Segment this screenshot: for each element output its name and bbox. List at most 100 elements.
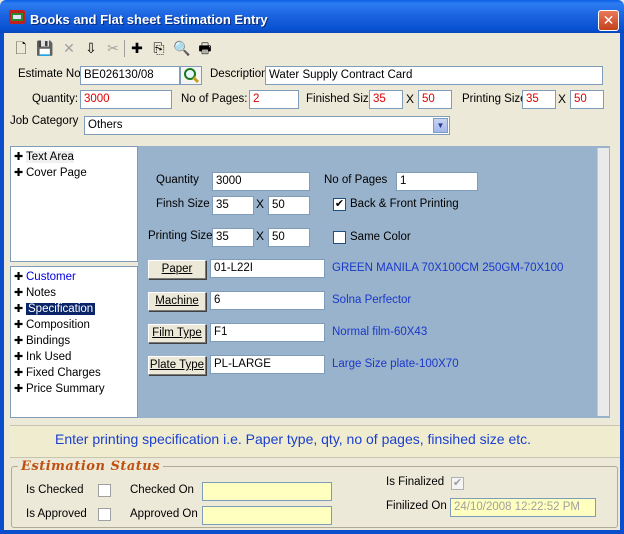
expand-icon[interactable]: ✚ — [14, 366, 26, 379]
delete-icon[interactable]: ✕ — [60, 39, 78, 57]
paper-button-label: Paper — [161, 263, 193, 275]
printing-size-label: Printing Size: — [462, 93, 530, 105]
close-button[interactable]: ✕ — [598, 10, 619, 31]
finished-width-field[interactable]: 35 — [369, 90, 403, 109]
new-document-icon[interactable]: 🗋 — [12, 39, 30, 57]
machine-description: Solna Perfector — [332, 294, 412, 306]
detail-finish-width-field[interactable]: 35 — [212, 196, 254, 215]
times-sign: X — [256, 229, 265, 243]
print-preview-icon[interactable]: 🔍 — [173, 39, 191, 57]
times-sign: X — [406, 92, 415, 106]
import-icon[interactable]: ⇩ — [82, 39, 100, 57]
plate-type-button[interactable]: Plate Type — [148, 356, 206, 375]
search-button[interactable] — [180, 66, 202, 85]
printing-height-field[interactable]: 50 — [570, 90, 604, 109]
pages-field[interactable]: 2 — [249, 90, 299, 109]
window-frame-right — [620, 33, 624, 534]
film-code-field[interactable]: F1 — [210, 323, 325, 342]
expand-icon[interactable]: ✚ — [14, 334, 26, 347]
approved-on-label: Approved On — [130, 508, 198, 520]
machine-button[interactable]: Machine — [148, 292, 206, 311]
app-icon — [9, 10, 25, 24]
description-label: Description — [210, 68, 268, 80]
expand-icon[interactable]: ✚ — [14, 382, 26, 395]
window-title: Books and Flat sheet Estimation Entry — [30, 12, 268, 27]
tree-item-notes[interactable]: ✚ Notes — [14, 286, 56, 299]
film-type-button-label: Film Type — [152, 327, 202, 339]
tree-item-label: Customer — [26, 271, 76, 283]
tree-item-price-summary[interactable]: ✚ Price Summary — [14, 382, 105, 395]
hint-text: Enter printing specification i.e. Paper … — [55, 431, 532, 447]
tree-item-label: Composition — [26, 319, 90, 331]
expand-icon[interactable]: ✚ — [14, 270, 26, 283]
machine-button-label: Machine — [155, 295, 199, 307]
job-category-select[interactable]: Others ▼ — [84, 116, 450, 135]
quantity-field[interactable]: 3000 — [80, 90, 172, 109]
tree-item-ink-used[interactable]: ✚ Ink Used — [14, 350, 71, 363]
paper-code-field[interactable]: 01-L22I — [210, 259, 325, 278]
expand-icon[interactable]: ✚ — [14, 302, 26, 315]
detail-printing-height-field[interactable]: 50 — [268, 228, 310, 247]
detail-finish-height-field[interactable]: 50 — [268, 196, 310, 215]
vertical-scrollbar[interactable] — [597, 148, 609, 416]
same-color-checkbox[interactable] — [333, 231, 346, 244]
cut-icon[interactable]: ✂ — [104, 39, 122, 57]
is-approved-label: Is Approved — [26, 508, 87, 520]
tree-item-label: Notes — [26, 287, 57, 299]
is-checked-checkbox[interactable] — [98, 484, 111, 497]
finished-height-field[interactable]: 50 — [418, 90, 452, 109]
tree-item-label: Price Summary — [26, 383, 105, 395]
expand-icon[interactable]: ✚ — [14, 318, 26, 331]
same-color-label: Same Color — [350, 231, 411, 243]
is-checked-label: Is Checked — [26, 484, 84, 496]
print-icon[interactable]: 🖶 — [196, 39, 214, 57]
expand-icon[interactable]: ✚ — [14, 166, 26, 179]
estimate-no-field[interactable]: BE026130/08 — [80, 66, 180, 85]
checked-on-field[interactable] — [202, 482, 332, 501]
is-finalized-label: Is Finalized — [386, 476, 445, 488]
copy-icon[interactable]: ⎘ — [150, 39, 168, 57]
tree-item-text-area[interactable]: ✚ Text Area — [14, 150, 74, 163]
tree-item-cover-page[interactable]: ✚ Cover Page — [14, 166, 87, 179]
detail-quantity-field[interactable]: 3000 — [212, 172, 310, 191]
detail-printing-width-field[interactable]: 35 — [212, 228, 254, 247]
detail-pages-field[interactable]: 1 — [396, 172, 478, 191]
times-sign: X — [256, 197, 265, 211]
plate-code-field[interactable]: PL-LARGE — [210, 355, 325, 374]
expand-icon[interactable]: ✚ — [14, 150, 26, 163]
tree-item-customer[interactable]: ✚ Customer — [14, 270, 76, 283]
approved-on-field[interactable] — [202, 506, 332, 525]
estimate-no-label: Estimate No: — [18, 68, 84, 80]
tree-item-label: Text Area — [26, 151, 74, 163]
machine-code-field[interactable]: 6 — [210, 291, 325, 310]
specification-panel — [138, 146, 610, 418]
add-icon[interactable]: ✚ — [128, 39, 146, 57]
detail-finish-size-label: Finsh Size — [156, 198, 210, 210]
tree-item-composition[interactable]: ✚ Composition — [14, 318, 90, 331]
quantity-label: Quantity: — [32, 93, 79, 105]
plate-description: Large Size plate-100X70 — [332, 358, 459, 370]
finalized-on-label: Finilized On — [386, 500, 447, 512]
paper-button[interactable]: Paper — [148, 260, 206, 279]
film-description: Normal film-60X43 — [332, 326, 428, 338]
search-icon — [184, 68, 200, 84]
film-type-button[interactable]: Film Type — [148, 324, 206, 343]
expand-icon[interactable]: ✚ — [14, 350, 26, 363]
checked-on-label: Checked On — [130, 484, 194, 496]
tree-item-fixed-charges[interactable]: ✚ Fixed Charges — [14, 366, 101, 379]
is-finalized-checkbox[interactable]: ✔ — [451, 477, 464, 490]
expand-icon[interactable]: ✚ — [14, 286, 26, 299]
tree-item-label: Specification — [26, 303, 96, 315]
printing-width-field[interactable]: 35 — [522, 90, 556, 109]
save-icon[interactable]: 💾 — [36, 39, 54, 57]
tree-item-bindings[interactable]: ✚ Bindings — [14, 334, 70, 347]
finalized-on-field[interactable]: 24/10/2008 12:22:52 PM — [450, 498, 596, 517]
tree-panel-top[interactable] — [10, 146, 138, 262]
description-field[interactable]: Water Supply Contract Card — [265, 66, 603, 85]
tree-item-label: Fixed Charges — [26, 367, 101, 379]
tree-item-specification[interactable]: ✚ Specification — [14, 302, 96, 315]
estimation-status-title: Estimation Status — [18, 459, 164, 474]
chevron-down-icon[interactable]: ▼ — [433, 118, 448, 133]
is-approved-checkbox[interactable] — [98, 508, 111, 521]
back-front-checkbox[interactable]: ✔ — [333, 198, 346, 211]
